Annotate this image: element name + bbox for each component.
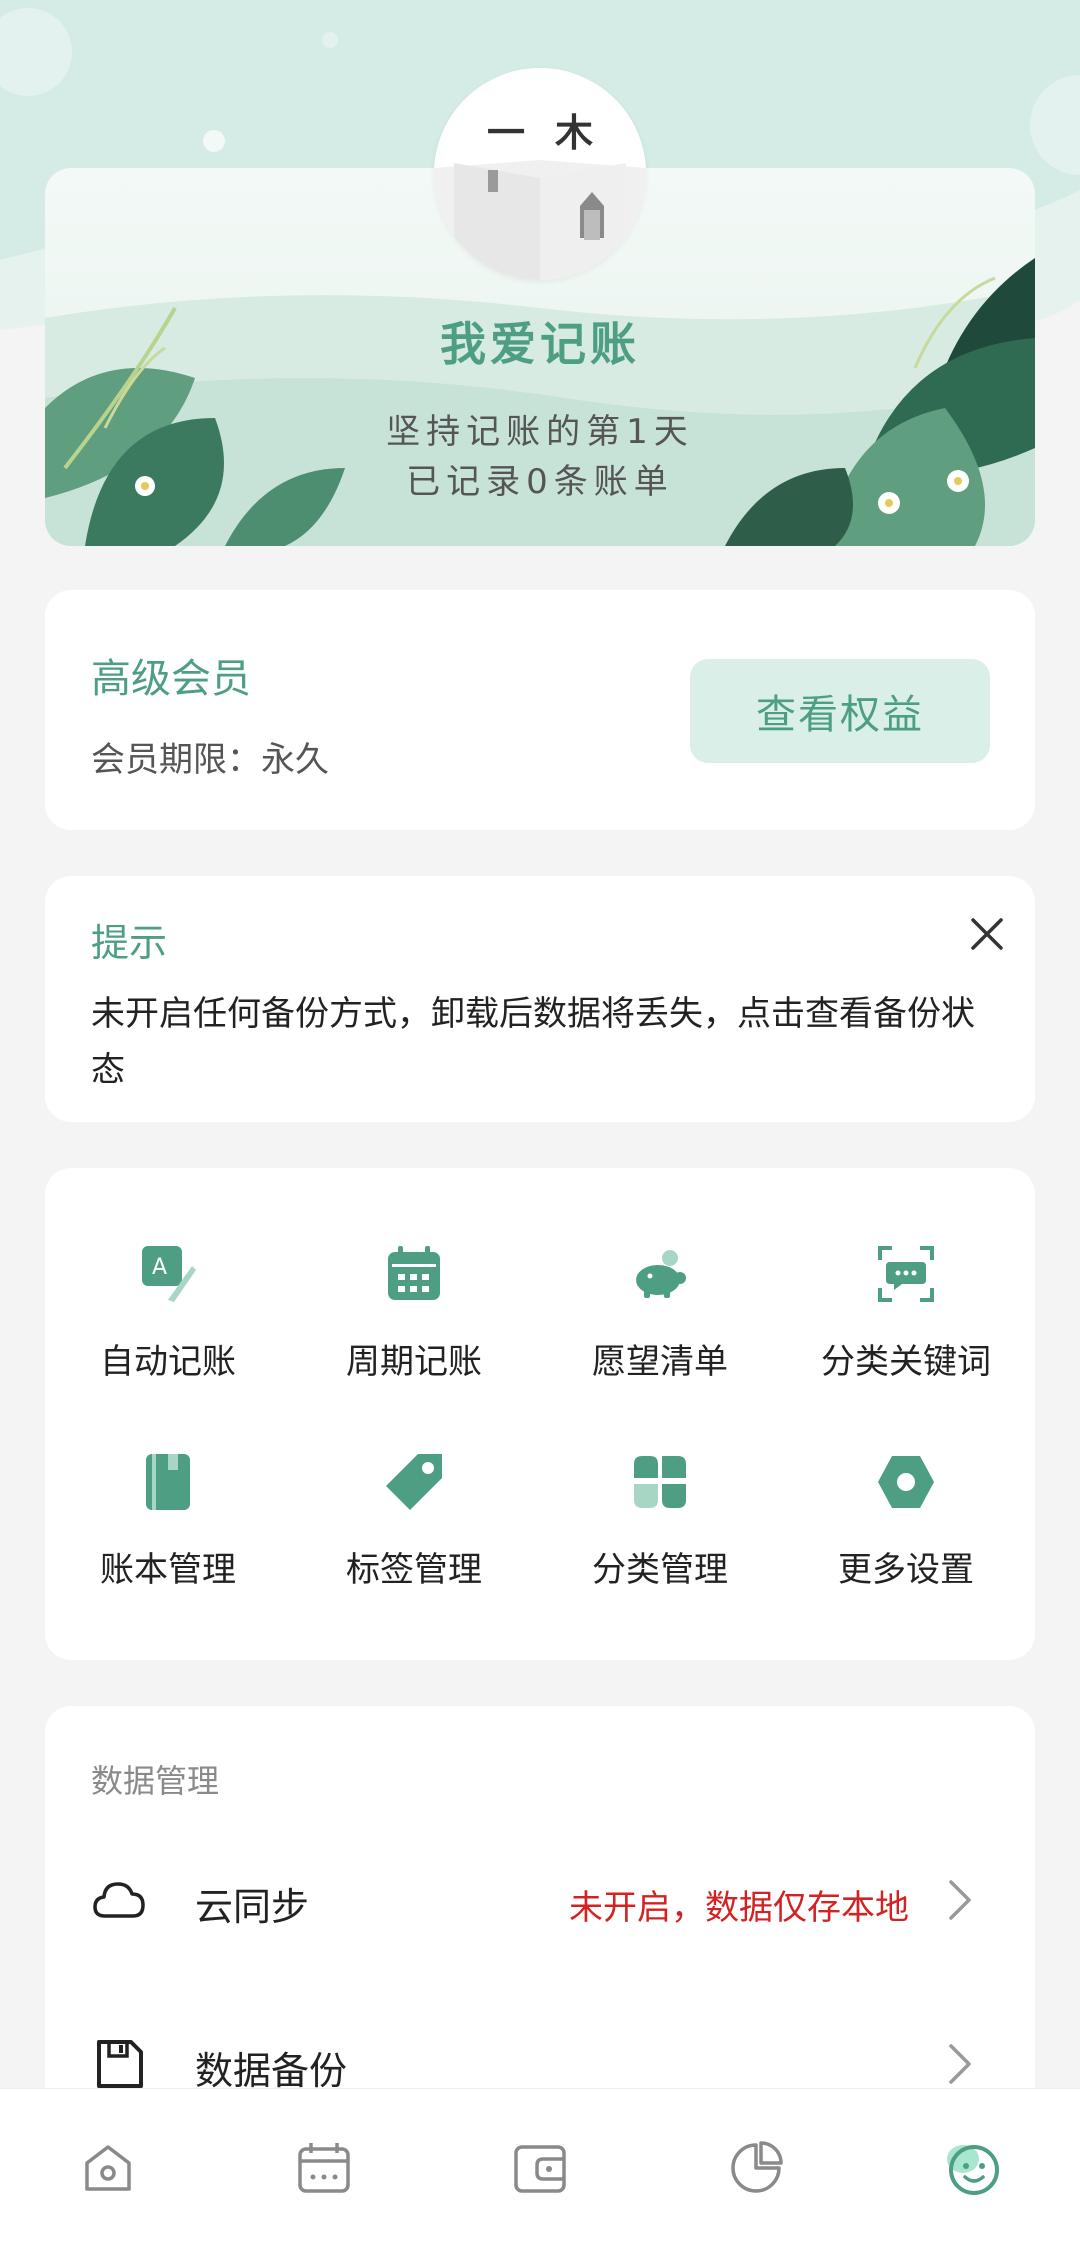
feature-label: 分类管理 [592,1550,728,1590]
nav-calendar[interactable] [216,2089,432,2259]
section-title: 数据管理 [91,1762,220,1800]
tip-title: 提示 [91,921,168,965]
member-period: 会员期限：永久 [91,740,329,780]
piggy-bank-icon [636,1250,686,1298]
feature-tag-management[interactable]: 标签管理 [291,1452,537,1622]
wallet-icon [514,2145,566,2193]
feature-label: 更多设置 [838,1550,974,1590]
chevron-right-icon [949,1880,971,1920]
feature-category-management[interactable]: 分类管理 [537,1452,783,1622]
tip-card[interactable]: 提示 未开启任何备份方式，卸载后数据将丢失，点击查看备份状态 [45,876,1035,1122]
avatar[interactable]: 一木 [434,68,646,280]
member-title: 高级会员 [91,656,251,702]
profile-name: 我爱记账 [440,317,640,371]
row-label: 数据备份 [195,2049,348,2093]
feature-label: 账本管理 [100,1550,236,1590]
feature-label: 愿望清单 [592,1342,728,1382]
calendar-icon [388,1246,440,1300]
feature-category-keywords[interactable]: 分类关键词 [783,1244,1029,1414]
feature-label: 周期记账 [346,1342,482,1382]
feature-label: 分类关键词 [821,1342,991,1382]
days-count-text: 坚持记账的第1天 [386,412,694,452]
avatar-text: 一木 [486,111,623,155]
cloud-icon [93,1882,145,1918]
category-grid-icon [634,1456,686,1508]
feature-wish-list[interactable]: 愿望清单 [537,1244,783,1414]
cloud-sync-row[interactable]: 云同步 未开启，数据仅存本地 [45,1838,1035,1958]
nav-wallet[interactable] [432,2089,648,2259]
feature-label: 自动记账 [100,1342,236,1382]
nav-stats[interactable] [648,2089,864,2259]
chevron-right-icon [949,2044,971,2084]
feature-label: 标签管理 [346,1550,482,1590]
pie-chart-icon [731,2141,783,2193]
row-label: 云同步 [195,1885,310,1929]
view-benefits-button[interactable]: 查看权益 [690,659,990,763]
save-icon [97,2040,143,2088]
close-icon[interactable] [965,912,1009,956]
sync-status: 未开启，数据仅存本地 [569,1888,909,1928]
bottom-navigation [0,2088,1080,2259]
tip-text: 未开启任何备份方式，卸载后数据将丢失，点击查看备份状态 [91,994,975,1090]
nav-home[interactable] [0,2089,216,2259]
records-count-text: 已记录0条账单 [406,462,674,502]
feature-more-settings[interactable]: 更多设置 [783,1452,1029,1622]
feature-periodic-record[interactable]: 周期记账 [291,1244,537,1414]
ledger-book-icon [146,1454,190,1510]
svg-text:A: A [152,1255,167,1280]
smile-face-icon [947,2145,999,2195]
auto-record-icon: A [142,1246,196,1302]
feature-auto-record[interactable]: A 自动记账 [45,1244,291,1414]
feature-grid: A 自动记账 周期记账 愿望清单 分类关键词 账本管理 标签管理 分类管理 更多… [45,1168,1035,1660]
book-illustration [434,68,646,280]
nav-profile[interactable] [864,2089,1080,2259]
tag-icon [386,1454,442,1510]
settings-hexagon-icon [878,1456,934,1508]
scan-chat-icon [878,1246,934,1302]
home-icon [85,2145,131,2191]
calendar-icon [298,2143,350,2193]
feature-ledger-management[interactable]: 账本管理 [45,1452,291,1622]
member-card: 高级会员 会员期限：永久 查看权益 [45,590,1035,830]
